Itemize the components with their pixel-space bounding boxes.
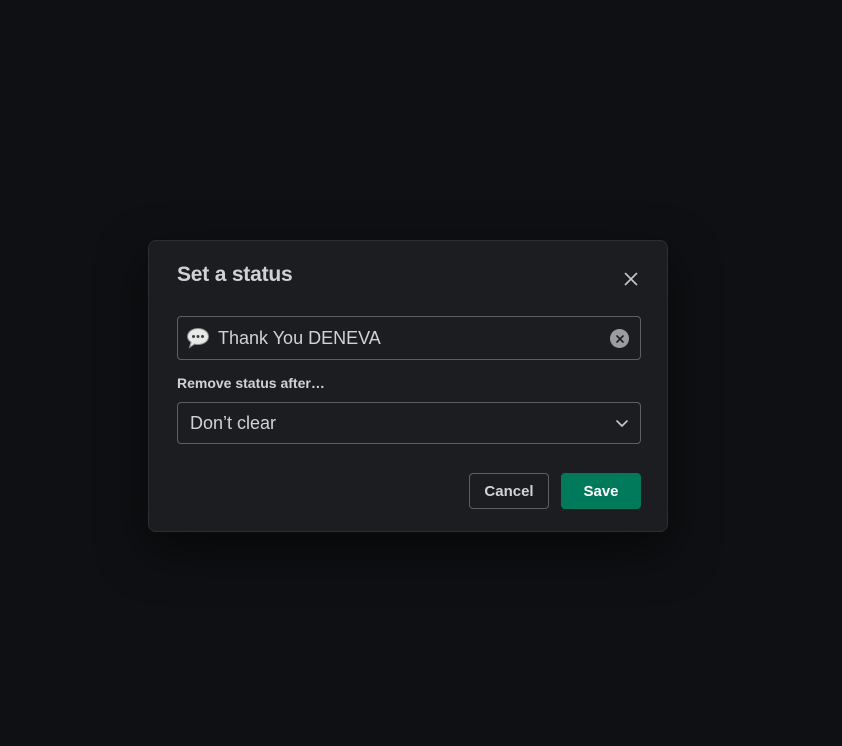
close-button[interactable] xyxy=(619,267,643,291)
clear-x-icon xyxy=(615,334,624,343)
status-input[interactable]: Thank You DENEVA xyxy=(177,316,641,360)
select-value: Don’t clear xyxy=(190,413,277,433)
speech-balloon-icon xyxy=(186,327,210,349)
emoji-picker-button[interactable] xyxy=(186,327,210,349)
status-text-value[interactable]: Thank You DENEVA xyxy=(218,317,381,359)
clear-status-button[interactable] xyxy=(610,329,629,348)
save-button[interactable]: Save xyxy=(561,473,641,509)
dialog-title: Set a status xyxy=(177,263,293,286)
chevron-down-icon xyxy=(616,420,628,427)
cancel-button[interactable]: Cancel xyxy=(469,473,549,509)
remove-status-after-select[interactable]: Don’t clear xyxy=(177,402,641,444)
remove-status-after-label: Remove status after… xyxy=(177,375,325,391)
close-icon xyxy=(624,272,638,286)
set-status-dialog: Set a status Thank You DENEVA Remove sta… xyxy=(148,240,668,532)
